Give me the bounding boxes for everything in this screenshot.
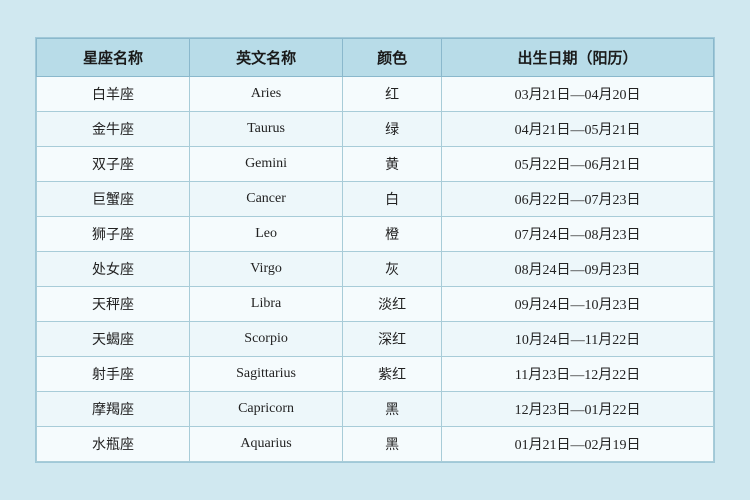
cell-color: 红 (343, 77, 442, 112)
cell-english-name: Sagittarius (190, 357, 343, 392)
cell-english-name: Leo (190, 217, 343, 252)
cell-dates: 09月24日—10月23日 (442, 287, 714, 322)
table-row: 水瓶座Aquarius黑01月21日—02月19日 (37, 427, 714, 462)
cell-dates: 12月23日—01月22日 (442, 392, 714, 427)
cell-chinese-name: 水瓶座 (37, 427, 190, 462)
cell-dates: 08月24日—09月23日 (442, 252, 714, 287)
cell-dates: 11月23日—12月22日 (442, 357, 714, 392)
cell-color: 白 (343, 182, 442, 217)
table-row: 天蝎座Scorpio深红10月24日—11月22日 (37, 322, 714, 357)
cell-chinese-name: 天蝎座 (37, 322, 190, 357)
cell-color: 紫红 (343, 357, 442, 392)
cell-chinese-name: 巨蟹座 (37, 182, 190, 217)
cell-english-name: Virgo (190, 252, 343, 287)
header-chinese-name: 星座名称 (37, 39, 190, 77)
header-english-name: 英文名称 (190, 39, 343, 77)
cell-chinese-name: 处女座 (37, 252, 190, 287)
cell-color: 绿 (343, 112, 442, 147)
cell-dates: 03月21日—04月20日 (442, 77, 714, 112)
cell-chinese-name: 白羊座 (37, 77, 190, 112)
cell-color: 灰 (343, 252, 442, 287)
header-color: 颜色 (343, 39, 442, 77)
cell-chinese-name: 金牛座 (37, 112, 190, 147)
table-row: 处女座Virgo灰08月24日—09月23日 (37, 252, 714, 287)
table-row: 射手座Sagittarius紫红11月23日—12月22日 (37, 357, 714, 392)
cell-color: 橙 (343, 217, 442, 252)
cell-chinese-name: 天秤座 (37, 287, 190, 322)
zodiac-table: 星座名称 英文名称 颜色 出生日期（阳历） 白羊座Aries红03月21日—04… (36, 38, 714, 462)
table-row: 巨蟹座Cancer白06月22日—07月23日 (37, 182, 714, 217)
cell-chinese-name: 双子座 (37, 147, 190, 182)
cell-chinese-name: 狮子座 (37, 217, 190, 252)
cell-color: 淡红 (343, 287, 442, 322)
table-row: 天秤座Libra淡红09月24日—10月23日 (37, 287, 714, 322)
cell-english-name: Aquarius (190, 427, 343, 462)
cell-dates: 01月21日—02月19日 (442, 427, 714, 462)
table-row: 白羊座Aries红03月21日—04月20日 (37, 77, 714, 112)
zodiac-table-container: 星座名称 英文名称 颜色 出生日期（阳历） 白羊座Aries红03月21日—04… (35, 37, 715, 463)
cell-color: 深红 (343, 322, 442, 357)
cell-english-name: Scorpio (190, 322, 343, 357)
table-row: 摩羯座Capricorn黑12月23日—01月22日 (37, 392, 714, 427)
cell-color: 黑 (343, 392, 442, 427)
cell-color: 黑 (343, 427, 442, 462)
cell-english-name: Libra (190, 287, 343, 322)
cell-english-name: Taurus (190, 112, 343, 147)
cell-chinese-name: 摩羯座 (37, 392, 190, 427)
cell-dates: 04月21日—05月21日 (442, 112, 714, 147)
cell-dates: 10月24日—11月22日 (442, 322, 714, 357)
cell-dates: 05月22日—06月21日 (442, 147, 714, 182)
table-header-row: 星座名称 英文名称 颜色 出生日期（阳历） (37, 39, 714, 77)
cell-english-name: Aries (190, 77, 343, 112)
cell-english-name: Gemini (190, 147, 343, 182)
cell-english-name: Cancer (190, 182, 343, 217)
cell-color: 黄 (343, 147, 442, 182)
table-body: 白羊座Aries红03月21日—04月20日金牛座Taurus绿04月21日—0… (37, 77, 714, 462)
cell-english-name: Capricorn (190, 392, 343, 427)
table-row: 金牛座Taurus绿04月21日—05月21日 (37, 112, 714, 147)
cell-dates: 06月22日—07月23日 (442, 182, 714, 217)
header-dates: 出生日期（阳历） (442, 39, 714, 77)
table-row: 双子座Gemini黄05月22日—06月21日 (37, 147, 714, 182)
cell-chinese-name: 射手座 (37, 357, 190, 392)
table-row: 狮子座Leo橙07月24日—08月23日 (37, 217, 714, 252)
cell-dates: 07月24日—08月23日 (442, 217, 714, 252)
